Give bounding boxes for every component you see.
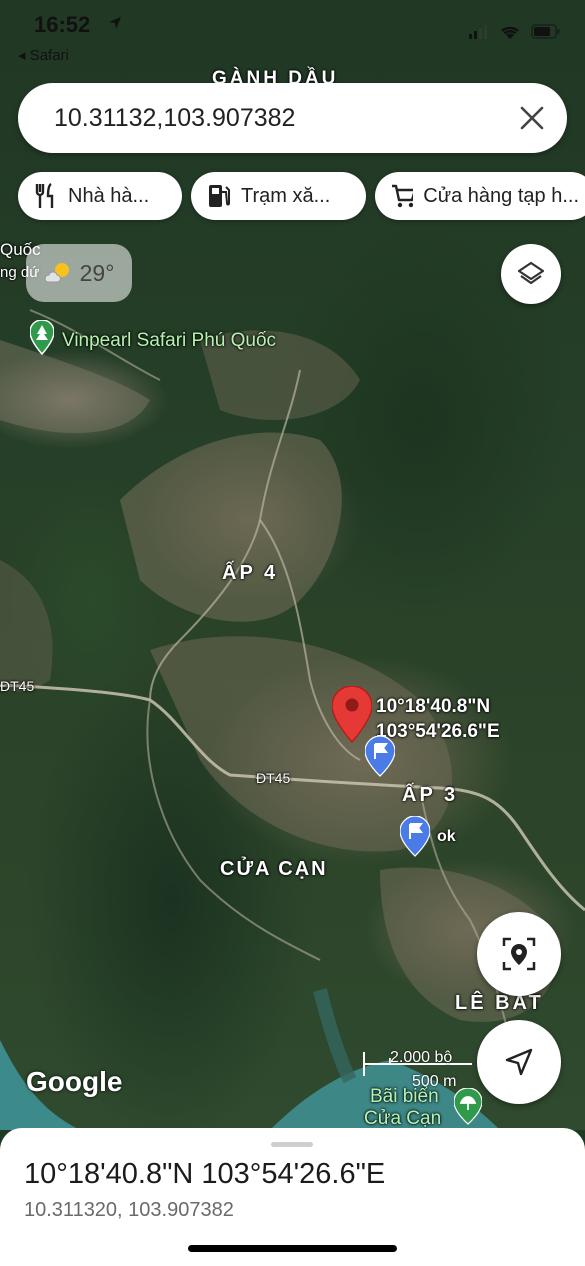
- close-icon[interactable]: [517, 103, 547, 133]
- status-icons: [469, 24, 561, 40]
- battery-icon: [531, 24, 560, 39]
- chip-label: Trạm xă...: [241, 184, 331, 207]
- location-arrow-icon: [109, 17, 121, 29]
- area-label-ap4: ẤP 4: [222, 562, 279, 584]
- shopping-cart-icon: [392, 184, 414, 208]
- partly-cloudy-icon: [44, 263, 69, 283]
- road-label-dt45: ĐT45: [256, 770, 291, 786]
- pin-coordinates-lat: 10°18'40.8"N: [376, 696, 491, 717]
- chip-grocery[interactable]: Cửa hàng tạp h...: [375, 172, 585, 220]
- chip-restaurants[interactable]: Nhà hà...: [18, 172, 182, 220]
- scale-imperial: 2.000 bộ: [390, 1049, 453, 1066]
- chip-label: Cửa hàng tạp h...: [423, 184, 579, 207]
- wifi-icon: [501, 26, 519, 39]
- location-search-button[interactable]: [477, 912, 561, 996]
- back-to-safari[interactable]: ◂ Safari: [18, 46, 69, 64]
- navigation-arrow-icon: [505, 1048, 533, 1076]
- chip-label: Nhà hà...: [68, 184, 150, 207]
- weather-temperature: 29°: [79, 259, 115, 286]
- place-title: 10°18'40.8"N 103°54'26.6"E: [24, 1158, 386, 1190]
- road-label-dt45-left: ĐT45: [0, 678, 35, 694]
- google-attribution[interactable]: Google: [26, 1066, 122, 1098]
- search-bar[interactable]: 10.31132,103.907382: [18, 83, 567, 153]
- scale-metric: 500 m: [412, 1073, 457, 1090]
- weather-widget[interactable]: 29°: [26, 244, 132, 302]
- home-indicator[interactable]: [188, 1245, 397, 1252]
- layers-icon: [517, 261, 545, 285]
- restaurant-icon: [35, 183, 54, 208]
- poi-label-safari[interactable]: Vinpearl Safari Phú Quốc: [62, 330, 276, 352]
- park-pin-icon: [30, 320, 54, 356]
- place-coordinates: 10.311320, 103.907382: [24, 1199, 234, 1221]
- layers-button[interactable]: [501, 244, 561, 304]
- flag-pin-icon: [365, 736, 395, 777]
- flag-pin-icon: [400, 816, 430, 857]
- area-label-ap3: ẤP 3: [402, 784, 459, 806]
- my-location-button[interactable]: [477, 1020, 561, 1104]
- sheet-grabber[interactable]: [271, 1142, 313, 1147]
- location-scan-icon: [502, 937, 536, 971]
- bottom-sheet[interactable]: 10°18'40.8"N 103°54'26.6"E 10.311320, 10…: [0, 1128, 585, 1266]
- back-triangle-icon: ◂: [18, 47, 30, 64]
- status-time: 16:52: [34, 12, 91, 37]
- gas-station-icon: [209, 185, 230, 207]
- poi-label-beach-2[interactable]: Cửa Cạn: [364, 1108, 441, 1130]
- chip-gas-stations[interactable]: Trạm xă...: [191, 172, 366, 220]
- beach-pin-icon: [454, 1088, 482, 1125]
- saved-place-label: ok: [437, 828, 456, 845]
- area-label-cua-can: CỬA CẠN: [220, 858, 328, 880]
- cellular-signal-icon: [469, 25, 487, 39]
- back-app-label: Safari: [29, 47, 69, 64]
- search-input[interactable]: 10.31132,103.907382: [54, 104, 295, 133]
- area-label-le-bat: LÊ BAT: [455, 992, 544, 1014]
